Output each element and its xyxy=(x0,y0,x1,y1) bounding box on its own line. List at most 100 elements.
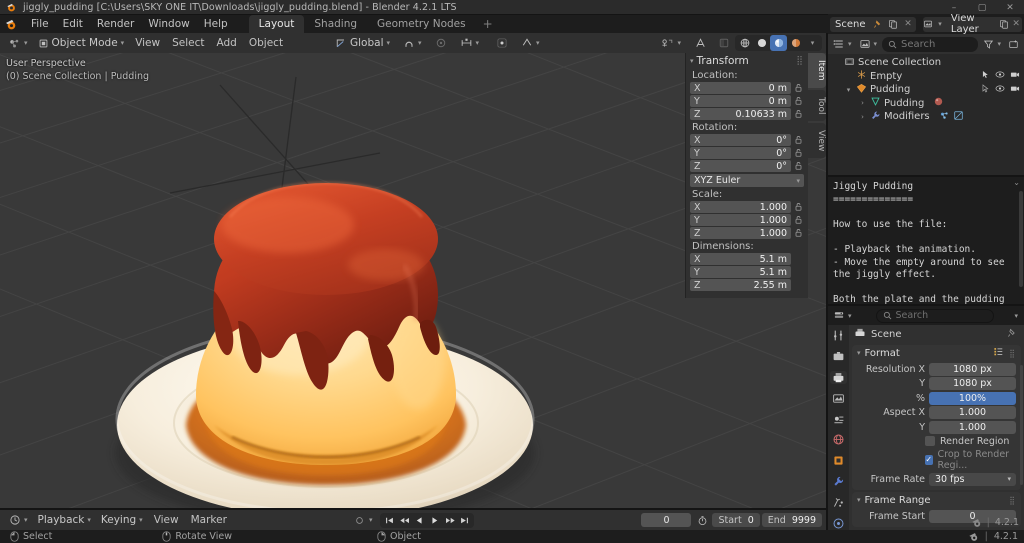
add-workspace-button[interactable]: + xyxy=(476,15,500,33)
timeline-menu-view[interactable]: View xyxy=(148,512,185,528)
properties-editor[interactable]: ▾ Search ▾ Scene ▾ Format ⣿ Resolution X… xyxy=(828,306,1024,530)
properties-tab-view-layer[interactable] xyxy=(830,391,847,405)
tab-geometry-nodes[interactable]: Geometry Nodes xyxy=(367,15,476,33)
outliner-row-modifiers[interactable]: › Modifiers xyxy=(828,110,1024,124)
rotation-row-y[interactable]: Y 0° xyxy=(690,147,804,159)
lock-rotation-y-icon[interactable] xyxy=(793,147,804,159)
properties-tab-physics[interactable] xyxy=(830,516,847,530)
camera-icon[interactable] xyxy=(1010,84,1020,96)
transform-orientation-selector[interactable]: Global ▾ xyxy=(330,35,395,51)
rotation-row-z[interactable]: Z 0° xyxy=(690,160,804,172)
resolution-percentage-row[interactable]: % 100% xyxy=(857,391,1016,405)
aspect-y-row[interactable]: Y 1.000 xyxy=(857,420,1016,434)
shading-dropdown-button[interactable]: ▾ xyxy=(804,35,821,51)
view-layer-datablock[interactable]: ▾ View Layer ✕ xyxy=(922,14,1023,35)
menu-window[interactable]: Window xyxy=(141,16,196,32)
properties-tab-tool[interactable] xyxy=(830,329,847,343)
play-button[interactable] xyxy=(427,513,442,528)
scale-row-z[interactable]: Z 1.000 xyxy=(690,227,804,239)
outliner-row-pudding-mesh[interactable]: › Pudding xyxy=(828,97,1024,111)
aspect-y-value[interactable]: 1.000 xyxy=(929,420,1016,434)
xray-toggle-button[interactable] xyxy=(715,35,732,51)
shading-solid-button[interactable] xyxy=(753,35,770,51)
mirror-options-button[interactable]: ▾ xyxy=(455,35,485,51)
n-panel-tab-tool[interactable]: Tool xyxy=(808,89,826,121)
resolution-y-row[interactable]: Y 1080 px xyxy=(857,377,1016,390)
selectable-cursor-icon[interactable] xyxy=(981,70,990,82)
aspect-x-row[interactable]: Aspect X 1.000 xyxy=(857,406,1016,419)
viewport-menu-add[interactable]: Add xyxy=(211,35,243,51)
outliner-row-scene-collection[interactable]: Scene Collection xyxy=(828,56,1024,70)
outliner-filter-button[interactable]: ▾ xyxy=(981,36,1003,52)
subdivision-modifier-icon[interactable] xyxy=(953,110,964,124)
crop-to-render-region-checkbox-row[interactable]: Crop to Render Regi... xyxy=(925,449,1016,471)
divider-viewport-timeline[interactable] xyxy=(0,508,826,510)
outliner-editor-type-button[interactable]: ▾ xyxy=(831,36,854,52)
delete-scene-icon[interactable]: ✕ xyxy=(900,16,916,32)
view-layer-name-field[interactable]: View Layer xyxy=(945,14,999,35)
scene-datablock[interactable]: Scene ✕ xyxy=(830,16,916,32)
timeline-menu-marker[interactable]: Marker xyxy=(185,512,233,528)
text-editor-content[interactable]: Jiggly Pudding ============== How to use… xyxy=(828,177,1024,305)
lock-scale-z-icon[interactable] xyxy=(793,227,804,239)
maximize-button[interactable]: ▢ xyxy=(968,0,996,15)
start-frame-field[interactable]: Start 0 xyxy=(712,513,760,527)
end-frame-field[interactable]: End 9999 xyxy=(761,513,822,527)
minimize-button[interactable]: – xyxy=(940,0,968,15)
delete-view-layer-icon[interactable]: ✕ xyxy=(1010,16,1022,32)
frame-rate-row[interactable]: Frame Rate 30 fps ▾ xyxy=(857,472,1016,486)
format-presets-icon[interactable] xyxy=(993,346,1004,360)
location-row-x[interactable]: X 0 m xyxy=(690,82,804,94)
panel-grip-icon[interactable]: ⣿ xyxy=(1009,496,1016,505)
panel-grip-icon[interactable]: ⣿ xyxy=(1009,349,1016,358)
viewport-menu-object[interactable]: Object xyxy=(243,35,289,51)
transform-panel-header[interactable]: ▾ Transform ⣿ xyxy=(686,53,808,68)
lock-scale-y-icon[interactable] xyxy=(793,214,804,226)
pin-scene-icon[interactable] xyxy=(870,16,886,32)
properties-tab-world[interactable] xyxy=(830,433,847,447)
text-editor[interactable]: ⌄ Jiggly Pudding ============== How to u… xyxy=(828,177,1024,305)
crop-to-render-region-checkbox[interactable] xyxy=(925,454,933,465)
frame-range-panel-header[interactable]: ▾ Frame Range ⣿ xyxy=(852,492,1021,508)
resolution-y-value[interactable]: 1080 px xyxy=(929,377,1016,390)
timeline-menu-playback[interactable]: Playback ▾ xyxy=(33,512,96,528)
show-gizmo-button[interactable] xyxy=(491,35,513,51)
divider-viewport-right[interactable] xyxy=(826,33,828,530)
material-icon[interactable] xyxy=(933,96,944,110)
menu-edit[interactable]: Edit xyxy=(56,16,90,32)
rotation-mode-selector[interactable]: XYZ Euler ▾ xyxy=(690,174,804,187)
outliner-search-input[interactable]: Search xyxy=(882,36,979,52)
lock-location-z-icon[interactable] xyxy=(793,108,804,120)
chevron-down-icon[interactable]: ▾ xyxy=(369,516,373,524)
dimensions-row-y[interactable]: Y 5.1 m xyxy=(690,266,804,278)
properties-options-chevron[interactable]: ▾ xyxy=(1014,312,1018,320)
n-panel-tab-item[interactable]: Item xyxy=(808,53,826,88)
outliner-row-pudding-object[interactable]: ▾ Pudding xyxy=(828,83,1024,97)
viewport-gizmos-toggle[interactable]: ▾ xyxy=(656,35,686,51)
shading-wireframe-button[interactable] xyxy=(736,35,753,51)
new-scene-icon[interactable] xyxy=(885,16,901,32)
3d-viewport[interactable]: ▾ Object Mode ▾ View Select Add Object G… xyxy=(0,33,826,510)
jump-to-start-button[interactable] xyxy=(382,513,397,528)
overlays-button[interactable]: ▾ xyxy=(516,35,545,51)
location-row-y[interactable]: Y 0 m xyxy=(690,95,804,107)
interaction-mode-selector[interactable]: Object Mode ▾ xyxy=(33,35,130,51)
jump-to-end-button[interactable] xyxy=(457,513,472,528)
lock-location-x-icon[interactable] xyxy=(793,82,804,94)
view-layer-dropdown-icon[interactable]: ▾ xyxy=(934,16,946,32)
location-row-z[interactable]: Z 0.10633 m xyxy=(690,108,804,120)
camera-icon[interactable] xyxy=(1010,70,1020,82)
selectable-cursor-icon[interactable] xyxy=(981,84,990,96)
rotation-row-x[interactable]: X 0° xyxy=(690,134,804,146)
scene-name-field[interactable]: Scene xyxy=(830,16,871,32)
tab-shading[interactable]: Shading xyxy=(304,15,367,33)
shading-rendered-button[interactable] xyxy=(787,35,804,51)
lock-rotation-z-icon[interactable] xyxy=(793,160,804,172)
resolution-percentage-value[interactable]: 100% xyxy=(929,391,1016,405)
blender-logo-icon[interactable] xyxy=(5,18,18,31)
menu-help[interactable]: Help xyxy=(197,16,235,32)
menu-render[interactable]: Render xyxy=(90,16,141,32)
properties-scrollbar[interactable] xyxy=(1020,365,1023,485)
new-view-layer-icon[interactable] xyxy=(998,16,1011,32)
scale-row-x[interactable]: X 1.000 xyxy=(690,201,804,213)
